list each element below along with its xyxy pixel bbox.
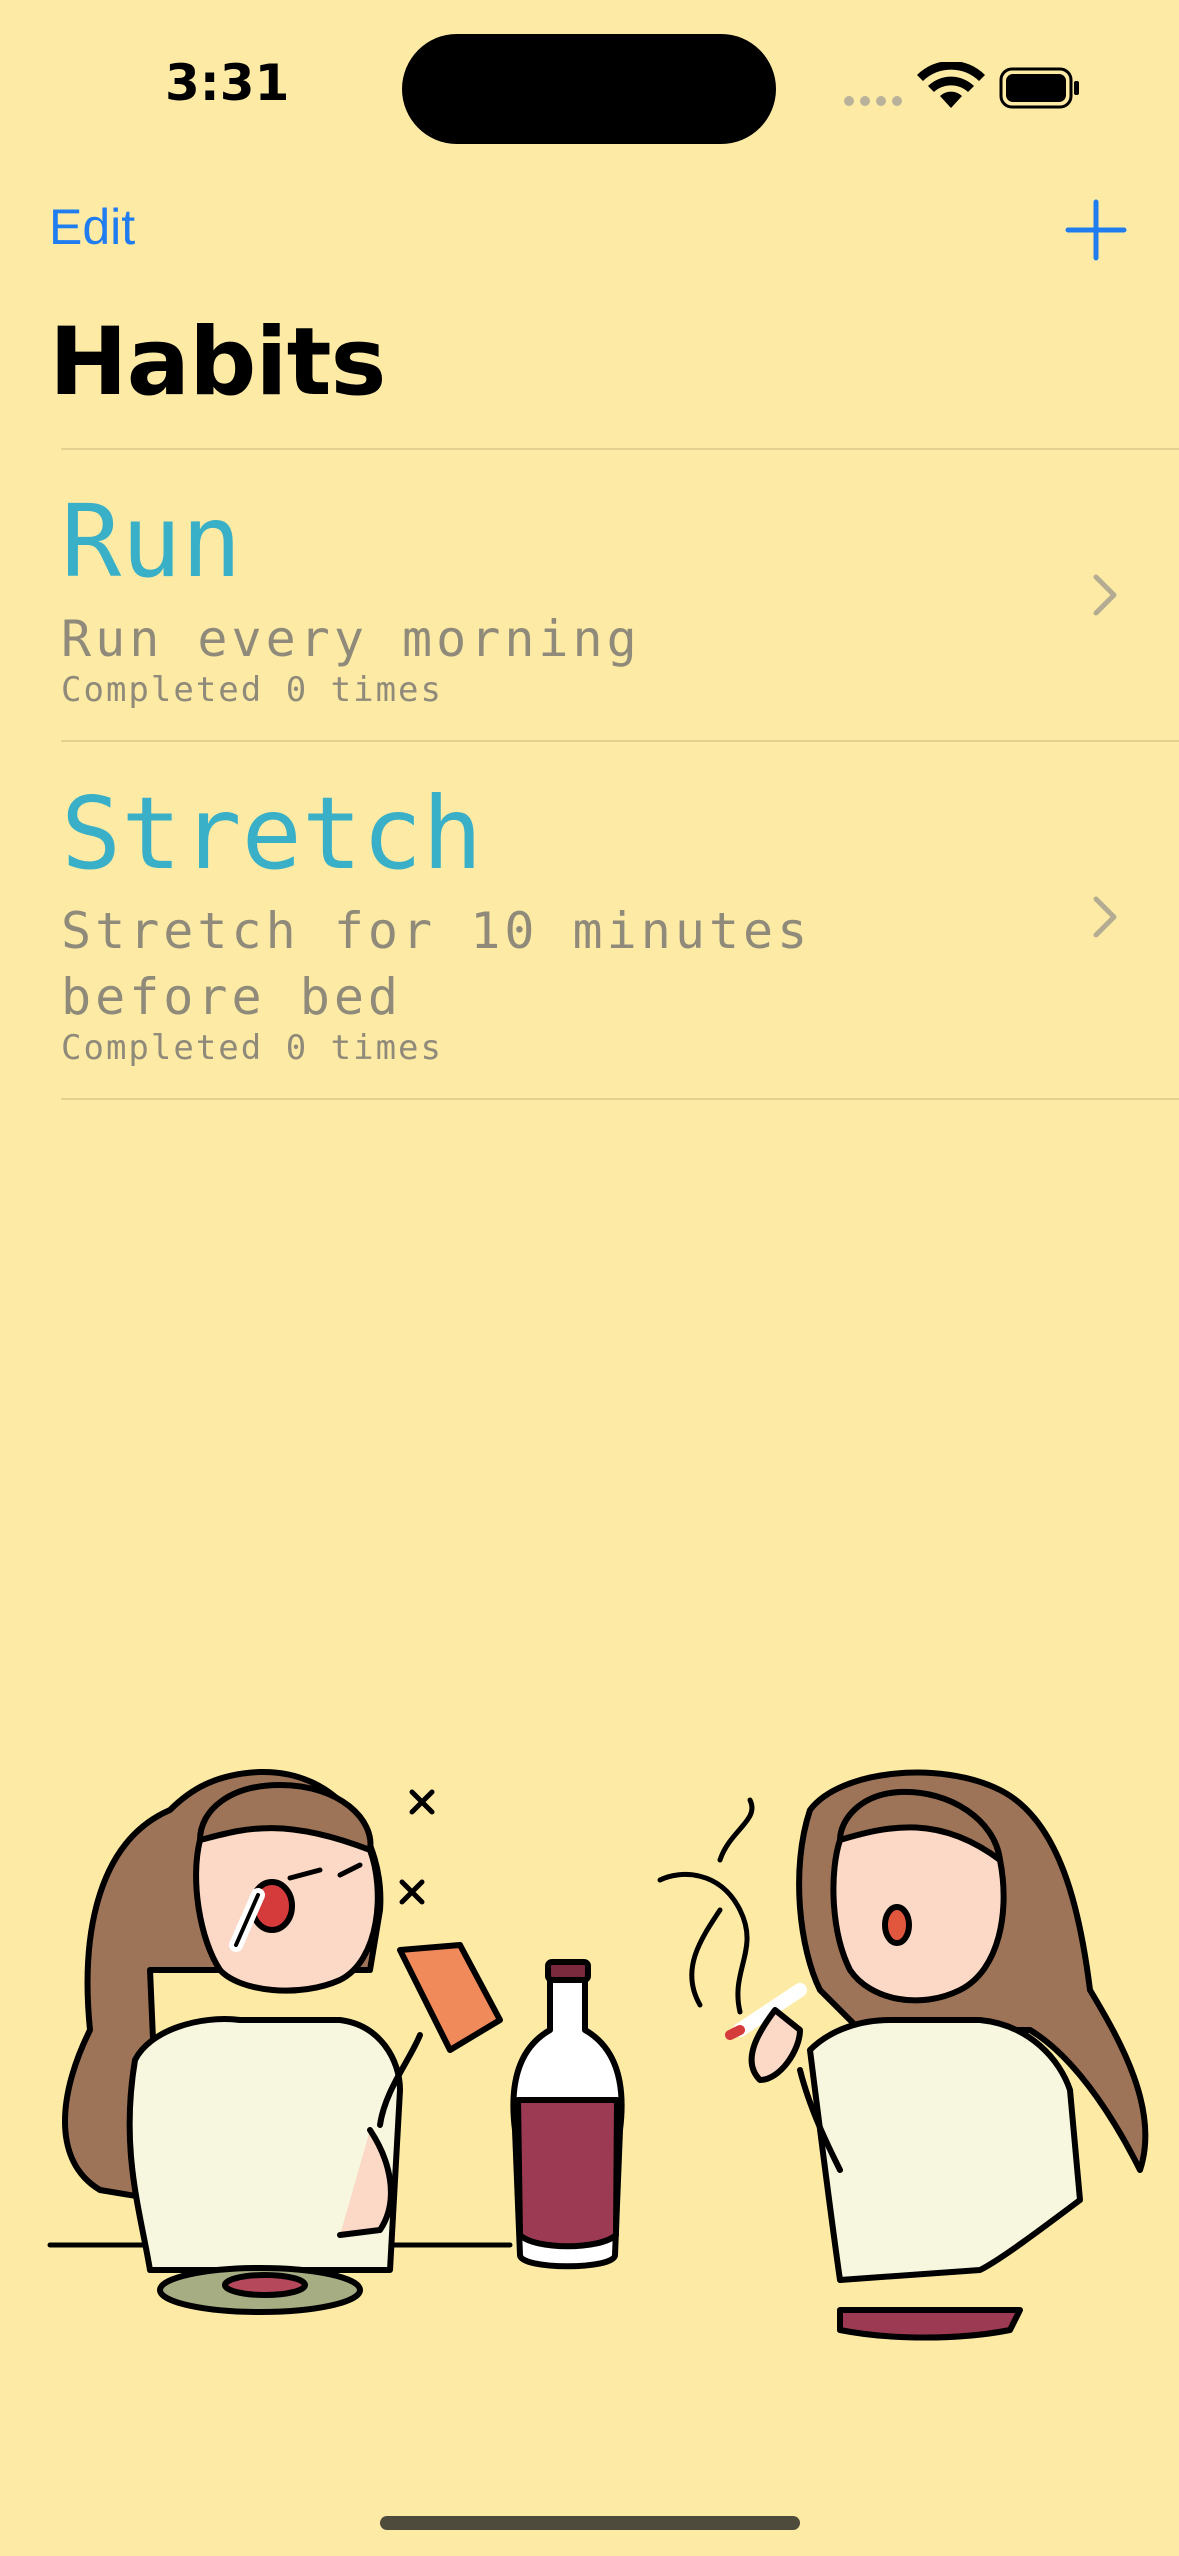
habit-name: Stretch	[61, 775, 483, 892]
page-title: Habits	[49, 308, 386, 417]
habit-name: Run	[61, 483, 242, 600]
wifi-icon	[917, 60, 985, 108]
left-woman-glass	[397, 1942, 503, 2053]
status-time: 3:31	[165, 54, 290, 112]
habit-completed-count: Completed 0 times	[61, 1028, 443, 1068]
signal-icon	[844, 96, 902, 106]
smoke	[657, 1797, 755, 2015]
status-icons	[840, 60, 1080, 116]
dynamic-island	[402, 34, 776, 144]
habit-description: Stretch for 10 minutes before bed	[61, 902, 812, 1026]
home-indicator[interactable]	[380, 2516, 800, 2530]
edit-button[interactable]: Edit	[49, 198, 135, 256]
add-habit-button[interactable]	[1062, 196, 1130, 264]
list-item[interactable]: Run Run every morning Completed 0 times	[0, 450, 1179, 740]
chevron-right-icon	[1093, 896, 1117, 938]
battery-icon	[999, 67, 1079, 109]
chevron-right-icon	[1093, 574, 1117, 616]
bad-habits-illustration	[40, 1730, 1150, 2350]
right-woman-shirt	[807, 2017, 1083, 2283]
plus-icon	[1065, 199, 1127, 261]
habit-completed-count: Completed 0 times	[61, 670, 443, 710]
list-divider	[61, 1098, 1179, 1100]
habit-description: Run every morning	[61, 610, 641, 668]
list-item[interactable]: Stretch Stretch for 10 minutes before be…	[0, 742, 1179, 1098]
status-bar: 3:31	[0, 0, 1179, 150]
habit-list: Run Run every morning Completed 0 times …	[0, 448, 1179, 1100]
